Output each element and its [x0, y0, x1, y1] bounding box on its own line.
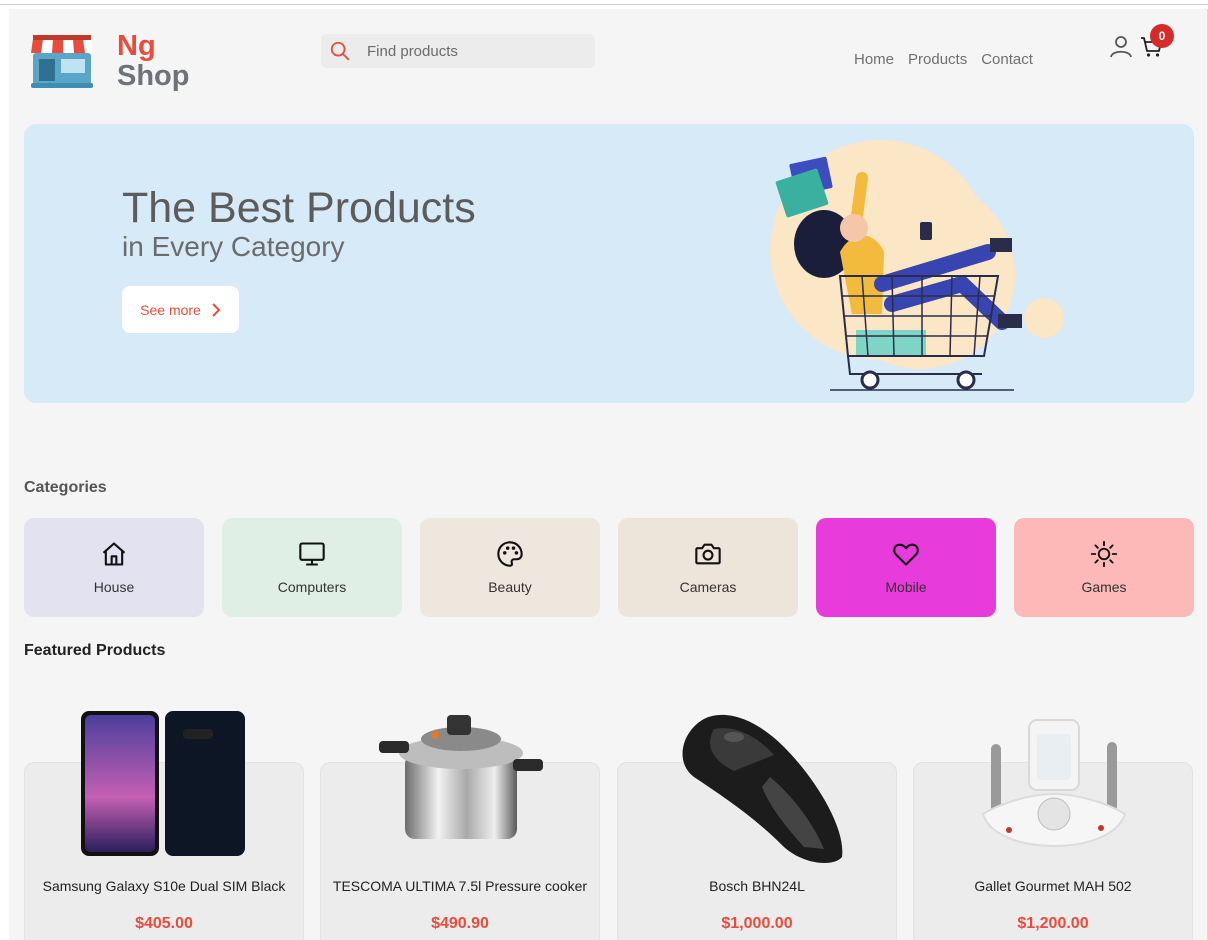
- see-more-label: See more: [140, 301, 201, 318]
- nav-home-link[interactable]: Home: [854, 51, 894, 68]
- product-price: $1,000.00: [721, 915, 793, 932]
- heart-icon: [893, 543, 919, 566]
- category-beauty[interactable]: Beauty: [420, 518, 600, 617]
- category-mobile[interactable]: Mobile: [816, 518, 996, 617]
- hero-subtitle: in Every Category: [122, 231, 345, 262]
- categories-list: House Computers Beauty Cameras Mobile Ga…: [24, 518, 1194, 617]
- product-image-handheld-vacuum: [682, 714, 843, 863]
- category-label: Mobile: [885, 579, 927, 595]
- logo-ng: Ng: [117, 30, 156, 62]
- category-house[interactable]: House: [24, 518, 204, 617]
- category-cameras[interactable]: Cameras: [618, 518, 798, 617]
- chevron-right-icon: [212, 302, 221, 317]
- product-image-phone: [81, 711, 245, 856]
- top-border: [0, 4, 1208, 5]
- hero-title: The Best Products: [122, 184, 476, 232]
- category-computers[interactable]: Computers: [222, 518, 402, 617]
- product-name: Gallet Gourmet MAH 502: [974, 878, 1132, 894]
- product-image-pressure-cooker: [379, 715, 543, 839]
- search-icon[interactable]: [329, 40, 351, 62]
- hero-banner: The Best Products in Every Category See …: [24, 124, 1194, 403]
- product-name: TESCOMA ULTIMA 7.5l Pressure cooker: [332, 878, 588, 894]
- monitor-icon: [299, 542, 325, 566]
- nav-contact-link[interactable]: Contact: [981, 51, 1033, 68]
- category-label: Games: [1081, 579, 1127, 595]
- product-image-kitchen-appliance: [981, 719, 1127, 848]
- category-label: Computers: [277, 579, 347, 595]
- search-input[interactable]: [367, 34, 587, 68]
- logo-shop: Shop: [117, 60, 190, 92]
- main-nav: Home Products Contact: [854, 51, 1033, 68]
- house-icon: [102, 542, 126, 566]
- page: Ng Shop Home Products Contact 0 The Best…: [9, 9, 1208, 940]
- shopping-cart-illustration: [770, 140, 1064, 391]
- logo-text: Ng Shop: [117, 31, 190, 91]
- shop-logo-icon: [31, 35, 93, 88]
- category-games[interactable]: Games: [1014, 518, 1194, 617]
- sun-icon: [1090, 540, 1118, 568]
- see-more-button[interactable]: See more: [122, 286, 239, 333]
- search-bar: [321, 34, 595, 68]
- category-label: Cameras: [679, 579, 737, 595]
- product-price: $490.90: [431, 915, 489, 932]
- product-name: Samsung Galaxy S10e Dual SIM Black: [42, 878, 286, 894]
- featured-products-title: Featured Products: [24, 642, 166, 659]
- cart-count-badge: 0: [1150, 24, 1174, 48]
- user-icon[interactable]: [1109, 34, 1133, 58]
- product-price: $405.00: [135, 915, 193, 932]
- logo[interactable]: Ng Shop: [31, 29, 190, 93]
- camera-icon: [695, 543, 721, 565]
- category-label: Beauty: [488, 579, 532, 595]
- product-name: Bosch BHN24L: [709, 878, 805, 894]
- product-price: $1,200.00: [1017, 915, 1089, 932]
- palette-icon: [497, 541, 523, 567]
- categories-title: Categories: [24, 479, 107, 496]
- nav-products-link[interactable]: Products: [908, 51, 967, 68]
- category-label: House: [93, 579, 135, 595]
